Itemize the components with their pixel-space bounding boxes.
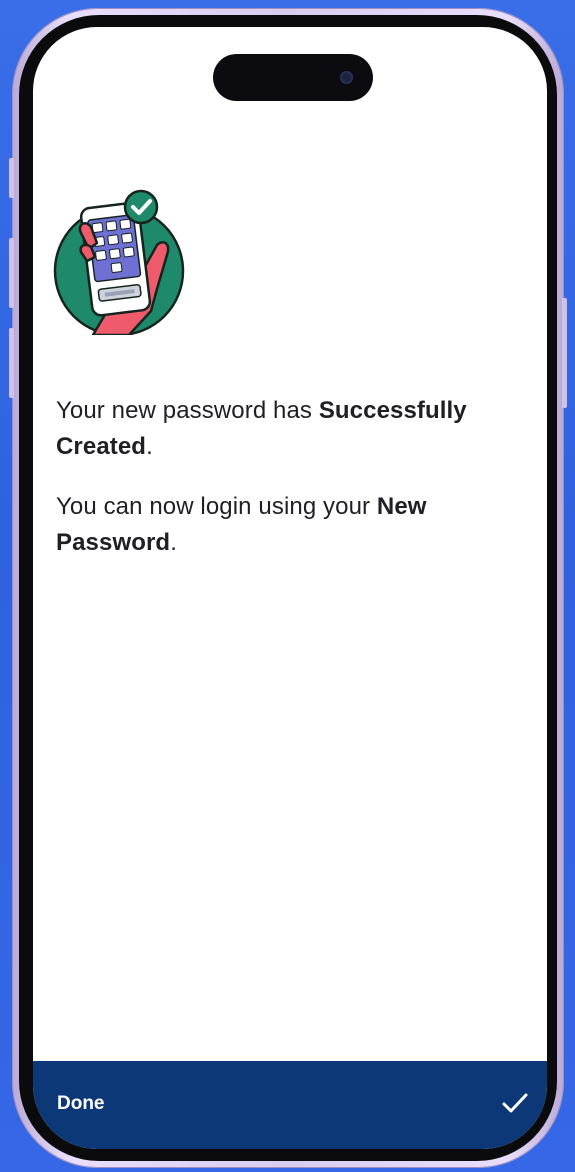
login-instruction: You can now login using your New Passwor…: [56, 489, 507, 561]
checkmark-icon: [502, 1093, 528, 1113]
volume-up-button: [9, 238, 14, 308]
bottom-action-bar: Done: [33, 1061, 547, 1149]
volume-down-button: [9, 328, 14, 398]
success-message-period: .: [146, 433, 153, 460]
confirm-button[interactable]: [495, 1083, 535, 1123]
login-instruction-period: .: [170, 529, 177, 556]
camera-icon: [340, 71, 353, 84]
side-button: [9, 158, 14, 198]
power-button: [562, 298, 567, 408]
phone-frame: Your new password has Successfully Creat…: [9, 8, 567, 1168]
login-instruction-text: You can now login using your: [56, 493, 377, 520]
success-message: Your new password has Successfully Creat…: [56, 393, 507, 465]
phone-password-success-icon: [53, 189, 185, 335]
success-message-text: Your new password has: [56, 397, 319, 424]
app-screen: Your new password has Successfully Creat…: [33, 27, 547, 1149]
dynamic-island: [213, 54, 373, 101]
done-button[interactable]: Done: [47, 1085, 115, 1123]
